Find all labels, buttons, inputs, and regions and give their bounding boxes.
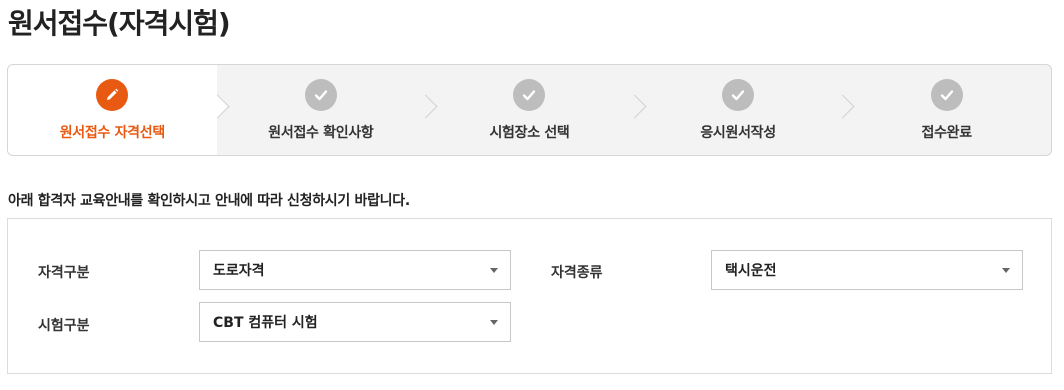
step-confirm-items: 원서접수 확인사항: [217, 65, 426, 155]
step-complete: 접수완료: [842, 65, 1051, 155]
check-icon: [513, 78, 546, 111]
check-icon: [930, 78, 963, 111]
step-label: 접수완료: [921, 124, 973, 141]
step-application-form: 응시원서작성: [634, 65, 843, 155]
pencil-icon: [96, 78, 129, 111]
notice-text: 아래 합격자 교육안내를 확인하시고 안내에 따라 신청하시기 바랍니다.: [8, 193, 410, 209]
step-label: 원서접수 자격선택: [59, 124, 166, 141]
chevron-down-icon: [490, 268, 498, 273]
exam-type-value: CBT 컴퓨터 시험: [213, 315, 318, 331]
qualification-form: 자격구분 도로자격 자격종류 택시운전 시험구분 CBT 컴퓨터 시험: [7, 218, 1052, 374]
qual-type-select[interactable]: 택시운전: [711, 250, 1023, 290]
chevron-down-icon: [1002, 268, 1010, 273]
qual-type-value: 택시운전: [725, 263, 777, 279]
qual-category-label: 자격구분: [38, 265, 90, 281]
qual-category-select[interactable]: 도로자격: [199, 250, 511, 290]
step-label: 응시원서작성: [700, 124, 776, 141]
exam-type-label: 시험구분: [38, 318, 90, 334]
exam-type-select[interactable]: CBT 컴퓨터 시험: [199, 302, 511, 342]
step-exam-location: 시험장소 선택: [425, 65, 634, 155]
check-icon: [304, 78, 337, 111]
step-qualification-select: 원서접수 자격선택: [8, 65, 217, 155]
page-title: 원서접수(자격시험): [8, 7, 231, 40]
qual-category-value: 도로자격: [213, 263, 265, 279]
check-icon: [722, 78, 755, 111]
progress-stepper: 원서접수 자격선택 원서접수 확인사항 시험장소 선택 응시원서작성 접수완료: [7, 64, 1052, 156]
step-label: 시험장소 선택: [489, 124, 570, 141]
qual-type-label: 자격종류: [551, 265, 603, 281]
step-label: 원서접수 확인사항: [268, 124, 374, 141]
chevron-down-icon: [490, 320, 498, 325]
